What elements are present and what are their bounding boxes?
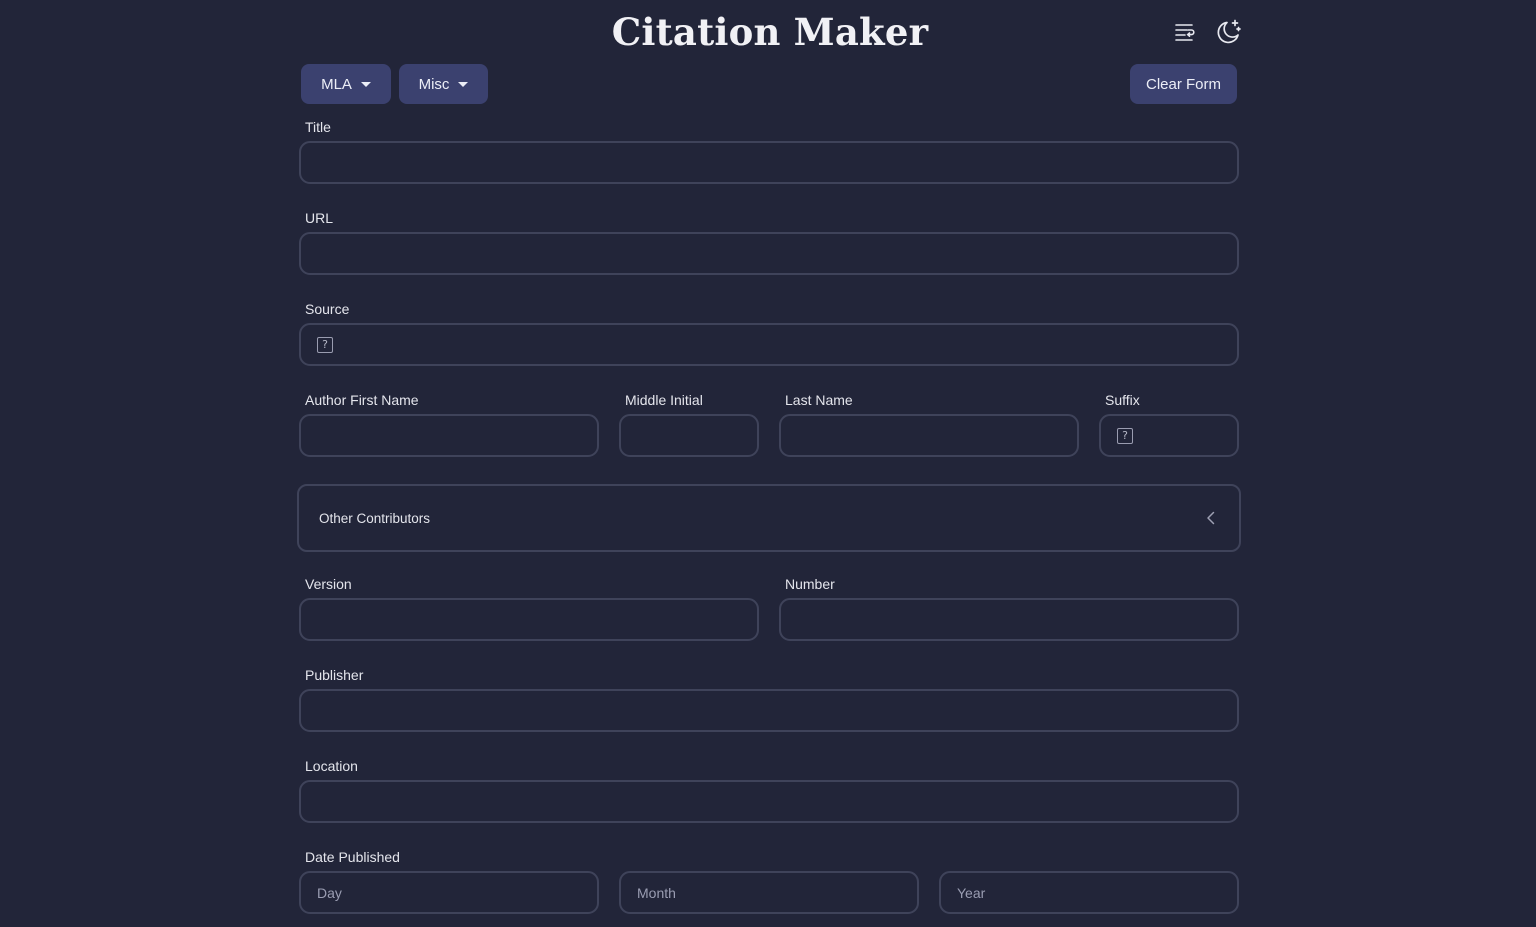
number-input[interactable] xyxy=(779,598,1239,641)
text-format-icon[interactable] xyxy=(1171,18,1199,46)
title-input[interactable] xyxy=(299,141,1239,184)
other-contributors-label: Other Contributors xyxy=(319,511,431,526)
caret-down-icon xyxy=(360,81,371,87)
other-contributors-accordion[interactable]: Other Contributors xyxy=(297,484,1241,552)
source-input[interactable] xyxy=(299,323,1239,366)
suffix-label: Suffix xyxy=(1105,392,1140,408)
middle-initial-label: Middle Initial xyxy=(625,392,703,408)
author-first-name-label: Author First Name xyxy=(305,392,419,408)
source-type-dropdown[interactable]: Misc xyxy=(399,64,488,104)
day-input[interactable] xyxy=(299,871,599,914)
citation-maker-page: Citation Maker MLA Misc Clear Form Title… xyxy=(0,0,1536,927)
url-input[interactable] xyxy=(299,232,1239,275)
url-label: URL xyxy=(305,210,334,226)
last-name-label: Last Name xyxy=(785,392,853,408)
last-name-input[interactable] xyxy=(779,414,1079,457)
month-input[interactable] xyxy=(619,871,919,914)
question-icon[interactable]: ? xyxy=(317,337,333,353)
middle-initial-input[interactable] xyxy=(619,414,759,457)
location-input[interactable] xyxy=(299,780,1239,823)
date-published-label: Date Published xyxy=(305,849,400,865)
source-type-label: Misc xyxy=(418,75,450,93)
year-input[interactable] xyxy=(939,871,1239,914)
citation-style-label: MLA xyxy=(321,75,352,93)
clear-form-button[interactable]: Clear Form xyxy=(1130,64,1237,104)
version-input[interactable] xyxy=(299,598,759,641)
publisher-label: Publisher xyxy=(305,667,364,683)
chevron-left-icon xyxy=(1207,511,1215,525)
clear-form-label: Clear Form xyxy=(1145,75,1221,93)
citation-style-dropdown[interactable]: MLA xyxy=(301,64,391,104)
author-first-name-input[interactable] xyxy=(299,414,599,457)
page-title: Citation Maker xyxy=(611,10,929,54)
source-label: Source xyxy=(305,301,350,317)
question-icon[interactable]: ? xyxy=(1117,428,1133,444)
title-label: Title xyxy=(305,119,331,135)
publisher-input[interactable] xyxy=(299,689,1239,732)
version-label: Version xyxy=(305,576,352,592)
moon-stars-icon[interactable] xyxy=(1214,18,1242,46)
number-label: Number xyxy=(785,576,835,592)
caret-down-icon xyxy=(458,81,469,87)
location-label: Location xyxy=(305,758,358,774)
